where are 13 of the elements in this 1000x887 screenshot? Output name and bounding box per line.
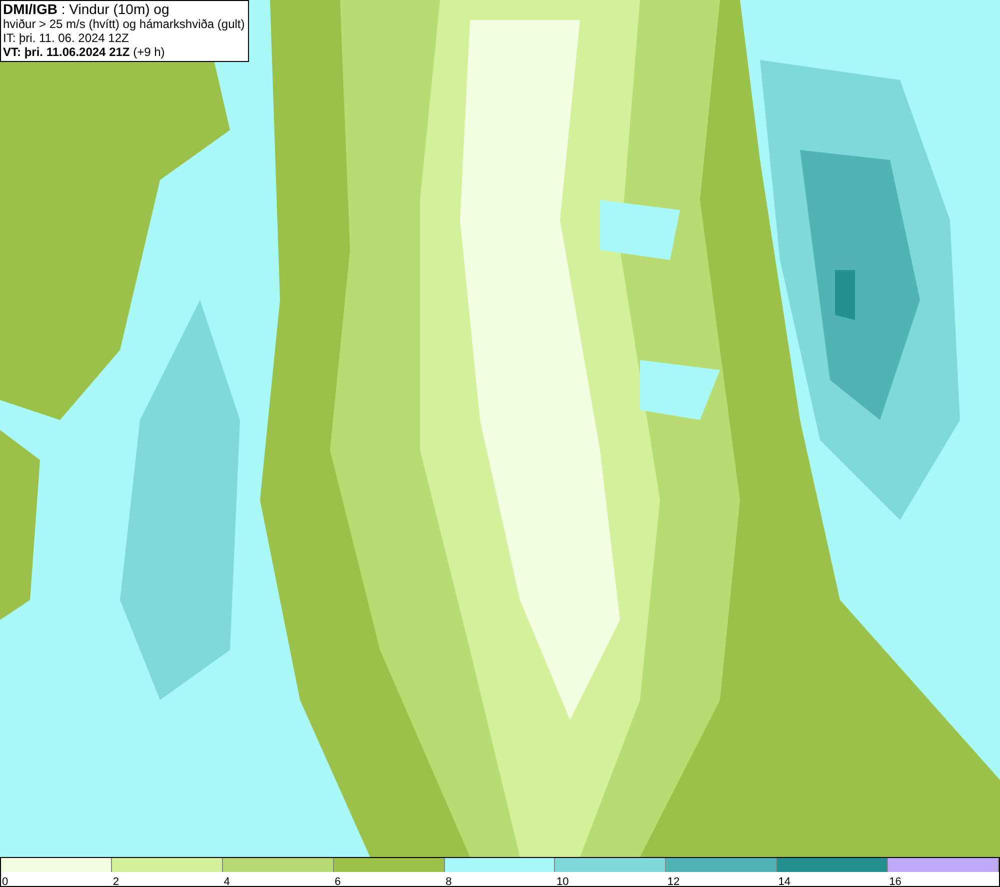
legend-label: 8 bbox=[444, 876, 452, 887]
legend-label: 16 bbox=[888, 876, 902, 887]
legend-label: 6 bbox=[334, 876, 341, 887]
legend-label: 2 bbox=[112, 876, 120, 887]
info-text: IT: þri. 11. 06. 2024 12Z bbox=[3, 31, 130, 45]
info-text: DMI/IGB : Vindur (10m) og bbox=[3, 2, 170, 17]
info-text: VT: þri. 11.06.2024 21Z (+9 h) bbox=[3, 45, 166, 59]
legend-label: 14 bbox=[777, 876, 790, 887]
legend-label: 10 bbox=[555, 876, 569, 887]
legend-label: 0 bbox=[1, 876, 8, 887]
legend-label: 4 bbox=[222, 876, 230, 887]
legend-label: 12 bbox=[666, 876, 680, 887]
info-text: hviður > 25 m/s (hvítt) og hámarkshviða (gult) bbox=[3, 17, 245, 31]
